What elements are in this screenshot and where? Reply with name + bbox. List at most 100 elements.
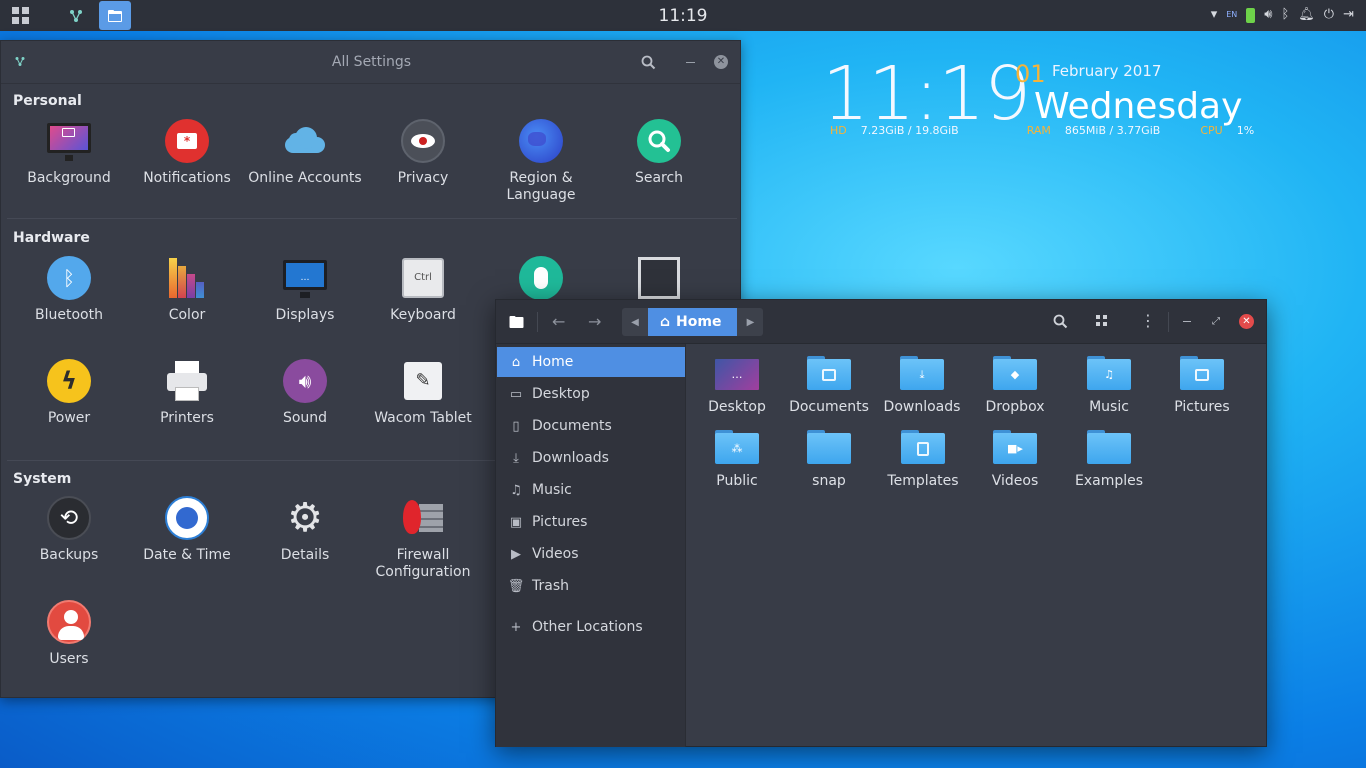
files-task-button[interactable] [99, 1, 131, 30]
tile-date-time[interactable]: Date & Time [128, 496, 246, 564]
desktop-icon: ▭ [509, 386, 523, 402]
search-icon[interactable] [1053, 314, 1068, 329]
tile-region-language[interactable]: Region & Language [482, 119, 600, 204]
menu-kebab-icon[interactable]: ⋮ [1140, 311, 1156, 331]
privacy-eye-icon [401, 119, 445, 163]
breadcrumb-label: Home [676, 314, 722, 330]
grid-view-icon[interactable] [1096, 315, 1108, 327]
section-divider [7, 218, 737, 219]
picture-icon: ▣ [509, 514, 523, 530]
settings-task-button[interactable] [60, 1, 92, 30]
minimize-button[interactable] [686, 62, 695, 63]
tile-users[interactable]: Users [10, 600, 128, 668]
wifi-icon[interactable]: ▾ [1211, 6, 1218, 24]
tile-network[interactable] [600, 256, 718, 300]
tile-label: Displays [275, 307, 335, 323]
home-icon: ⌂ [511, 354, 521, 370]
sidebar-item-pictures[interactable]: ▣ Pictures [497, 507, 685, 537]
sidebar-item-documents[interactable]: ▯ Documents [497, 411, 685, 441]
music-icon: ♫ [510, 482, 522, 498]
tile-printers[interactable]: Printers [128, 359, 246, 427]
folder-public[interactable]: ⁂ Public [690, 430, 784, 489]
section-hardware: Hardware [13, 230, 90, 246]
forward-button[interactable]: → [588, 312, 601, 332]
settings-window-title: All Settings [331, 54, 412, 70]
sidebar-item-downloads[interactable]: ⤓ Downloads [497, 443, 685, 473]
tile-displays[interactable]: … Displays [246, 256, 364, 324]
tile-label: Online Accounts [248, 170, 362, 186]
folder-documents[interactable]: Documents [782, 356, 876, 415]
close-button[interactable]: ✕ [1239, 314, 1254, 329]
power-lightning-icon: ϟ [47, 359, 91, 403]
tile-online-accounts[interactable]: Online Accounts [246, 119, 364, 187]
videos-folder-icon: ■▸ [993, 430, 1037, 464]
folder-icon [108, 9, 122, 22]
tile-color[interactable]: Color [128, 256, 246, 324]
power-icon[interactable]: ⏻ [1324, 6, 1334, 24]
stat-value-cpu: 1% [1236, 124, 1255, 137]
breadcrumb-right-arrow[interactable]: ▶ [737, 308, 764, 336]
tile-label: Wacom Tablet [374, 410, 472, 426]
app-grid-icon[interactable] [12, 7, 30, 25]
tile-label: Privacy [397, 170, 449, 186]
sidebar-item-music[interactable]: ♫ Music [497, 475, 685, 505]
search-icon[interactable] [641, 55, 656, 70]
battery-icon[interactable] [1246, 7, 1256, 23]
tile-label: Firewall Configuration [375, 547, 471, 580]
breadcrumb-home[interactable]: ⌂ Home [648, 308, 738, 336]
printer-icon [165, 359, 209, 403]
close-button[interactable]: ✕ [714, 55, 728, 69]
sidebar-item-desktop[interactable]: ▭ Desktop [497, 379, 685, 409]
keyboard-layout-indicator[interactable]: EN [1226, 6, 1237, 24]
tile-details[interactable]: ⚙ Details [246, 496, 364, 564]
tile-notifications[interactable]: * Notifications [128, 119, 246, 187]
tile-backups[interactable]: ⟲ Backups [10, 496, 128, 564]
tile-keyboard[interactable]: Ctrl Keyboard [364, 256, 482, 324]
search-icon [637, 119, 681, 163]
sidebar-item-videos[interactable]: ▶ Videos [497, 539, 685, 569]
tile-sound[interactable]: 🔊︎ Sound [246, 359, 364, 427]
sidebar-item-other-locations[interactable]: + Other Locations [497, 612, 685, 642]
folder-downloads[interactable]: ⤓ Downloads [875, 356, 969, 415]
download-icon: ⤓ [513, 450, 519, 466]
panel-clock[interactable]: 11:19 [0, 6, 1366, 26]
cloud-icon [283, 119, 327, 163]
folder-dropbox[interactable]: ◆ Dropbox [968, 356, 1062, 415]
folder-music[interactable]: ♫ Music [1062, 356, 1156, 415]
settings-titlebar[interactable]: All Settings ✕ [1, 41, 740, 84]
section-personal: Personal [13, 93, 82, 109]
minimize-button[interactable] [1183, 321, 1191, 322]
volume-icon[interactable]: 🔊︎ [1264, 6, 1272, 24]
tile-bluetooth[interactable]: ᛒ Bluetooth [10, 256, 128, 324]
documents-folder-icon [807, 356, 851, 390]
breadcrumb-left-arrow[interactable]: ◀ [622, 308, 648, 336]
background-icon [47, 119, 91, 163]
logout-icon[interactable]: ⇥ [1343, 6, 1354, 24]
folder-examples[interactable]: Examples [1062, 430, 1156, 489]
tile-background[interactable]: Background [10, 119, 128, 187]
tile-wacom-tablet[interactable]: ✎ Wacom Tablet [364, 359, 482, 427]
maximize-button[interactable]: ⤢ [1212, 312, 1220, 332]
tile-mouse[interactable] [482, 256, 600, 300]
files-headerbar[interactable]: ← → ◀ ⌂ Home ▶ ⋮ ⤢ ✕ [496, 300, 1266, 344]
sidebar-item-home[interactable]: ⌂ Home [497, 347, 685, 377]
tile-search[interactable]: Search [600, 119, 718, 187]
mouse-icon [519, 256, 563, 300]
back-button[interactable]: ← [552, 312, 565, 332]
templates-folder-icon [901, 430, 945, 464]
tile-firewall[interactable]: Firewall Configuration [364, 496, 482, 581]
sidebar-item-trash[interactable]: 🗑︎ Trash [497, 571, 685, 601]
folder-icon [509, 316, 524, 328]
folder-templates[interactable]: Templates [876, 430, 970, 489]
folder-desktop[interactable]: … Desktop [690, 356, 784, 415]
bluetooth-icon[interactable]: ᛒ [1281, 6, 1289, 24]
folder-videos[interactable]: ■▸ Videos [968, 430, 1062, 489]
folder-snap[interactable]: snap [782, 430, 876, 489]
settings-network-icon [70, 9, 82, 22]
folder-pictures[interactable]: Pictures [1155, 356, 1249, 415]
stat-key-hd: HD [830, 124, 847, 137]
tile-label: Date & Time [143, 547, 231, 563]
notification-bell-icon[interactable]: 🔔︎ [1298, 6, 1315, 24]
tile-privacy[interactable]: Privacy [364, 119, 482, 187]
tile-power[interactable]: ϟ Power [10, 359, 128, 427]
